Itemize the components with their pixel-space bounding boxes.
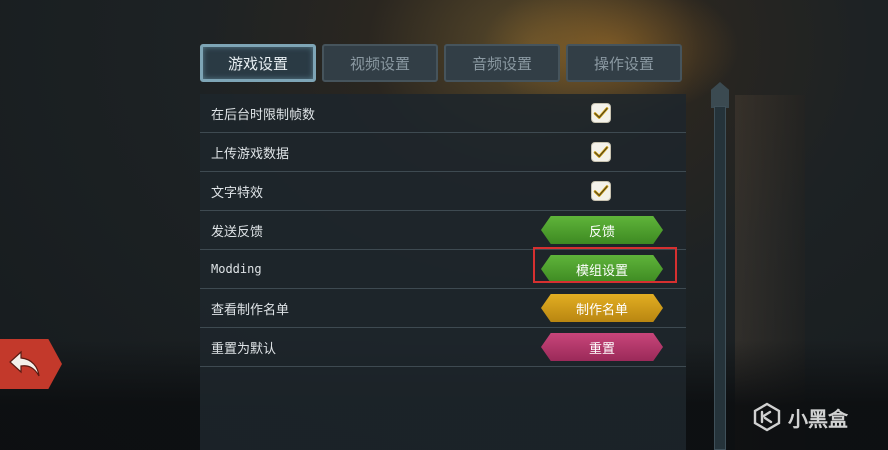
scrollbar-track[interactable] [714,106,726,450]
checkmark-icon [593,146,609,158]
checkmark-icon [593,107,609,119]
feedback-button[interactable]: 反馈 [541,216,663,244]
setting-label: 上传游戏数据 [211,146,290,162]
setting-row-upload-data: 上传游戏数据 [200,133,686,172]
setting-label: 重置为默认 [211,341,277,357]
credits-button[interactable]: 制作名单 [541,294,663,322]
watermark-text: 小黑盒 [788,406,848,431]
tab-game-settings[interactable]: 游戏设置 [200,44,316,82]
tab-audio-settings[interactable]: 音频设置 [444,44,560,82]
checkmark-icon [593,185,609,197]
setting-label: 查看制作名单 [211,302,290,318]
setting-row-text-effects: 文字特效 [200,172,686,211]
tab-video-settings[interactable]: 视频设置 [322,44,438,82]
watermark: 小黑盒 [752,402,848,432]
xiaoheihe-logo-icon [753,402,781,432]
tab-control-settings[interactable]: 操作设置 [566,44,682,82]
settings-tabs: 游戏设置 视频设置 音频设置 操作设置 [200,44,682,82]
limit-fps-checkbox[interactable] [591,103,611,123]
setting-row-limit-fps: 在后台时限制帧数 [200,94,686,133]
setting-label: 发送反馈 [211,224,264,240]
setting-row-reset: 重置为默认 重置 [200,328,686,367]
upload-data-checkbox[interactable] [591,142,611,162]
highlight-box [533,247,677,283]
setting-row-credits: 查看制作名单 制作名单 [200,289,686,328]
scrollbar-thumb[interactable] [711,82,729,108]
setting-label: 文字特效 [211,185,264,201]
return-arrow-icon [9,350,40,377]
text-effects-checkbox[interactable] [591,181,611,201]
setting-label: Modding [211,262,262,276]
scrollbar[interactable] [711,82,729,450]
reset-button[interactable]: 重置 [541,333,663,361]
setting-label: 在后台时限制帧数 [211,107,316,123]
setting-row-feedback: 发送反馈 反馈 [200,211,686,250]
